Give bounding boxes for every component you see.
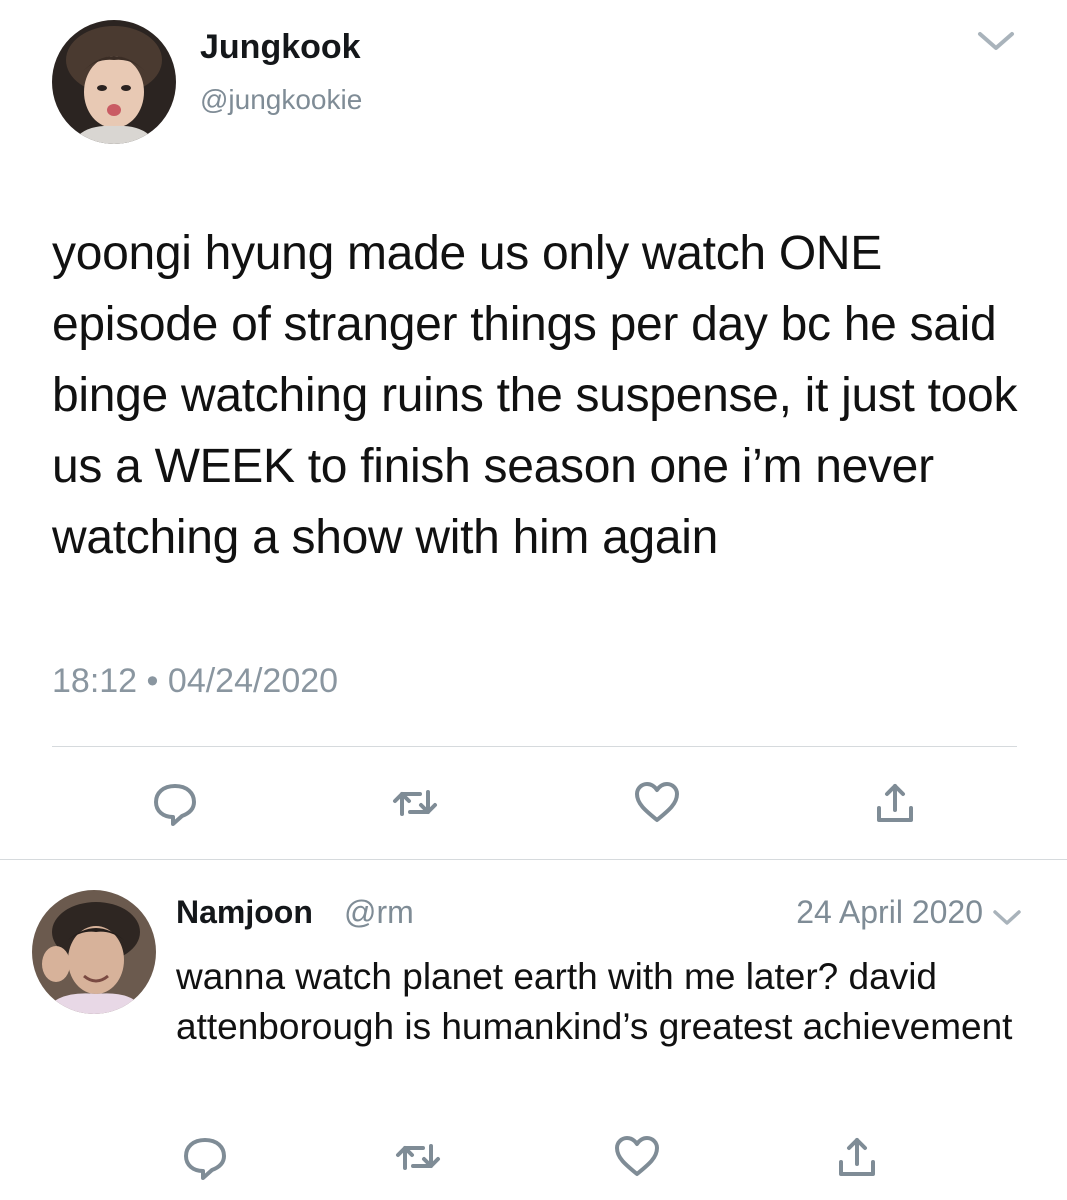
action-bar — [0, 1132, 1067, 1186]
share-icon[interactable] — [832, 1132, 882, 1182]
reply-date: 24 April 2020 — [796, 894, 983, 930]
retweet-icon[interactable] — [390, 778, 440, 828]
tweet-time: 18:12 — [52, 662, 138, 700]
like-icon[interactable] — [632, 778, 682, 828]
display-name[interactable]: Namjoon — [176, 894, 313, 931]
share-icon[interactable] — [870, 778, 920, 828]
like-icon[interactable] — [612, 1132, 662, 1182]
avatar-image — [32, 890, 156, 1014]
avatar-image — [52, 20, 176, 144]
main-tweet: Jungkook @jungkookie yoongi hyung made u… — [0, 0, 1067, 860]
separator-dot: • — [146, 662, 168, 700]
user-handle[interactable]: @jungkookie — [200, 84, 362, 116]
tweet-text: yoongi hyung made us only watch ONE epis… — [52, 227, 1018, 564]
divider — [52, 746, 1017, 747]
chevron-down-icon[interactable] — [974, 26, 1018, 56]
user-handle[interactable]: @rm — [344, 894, 414, 931]
tweet-date: 04/24/2020 — [167, 662, 339, 700]
reply-icon[interactable] — [150, 778, 200, 828]
avatar[interactable] — [52, 20, 176, 144]
retweet-icon[interactable] — [393, 1132, 443, 1182]
reply-icon[interactable] — [180, 1132, 230, 1182]
display-name[interactable]: Jungkook — [200, 28, 361, 67]
avatar[interactable] — [32, 890, 156, 1014]
tweet-timestamp: 18:12 • 04/24/2020 — [52, 662, 338, 701]
chevron-down-icon[interactable] — [990, 906, 1024, 930]
reply-tweet[interactable]: Namjoon @rm 24 April 2020 wanna watch pl… — [0, 860, 1067, 1200]
reply-text: wanna watch planet earth with me later? … — [176, 956, 1013, 1047]
action-bar — [0, 778, 1067, 832]
